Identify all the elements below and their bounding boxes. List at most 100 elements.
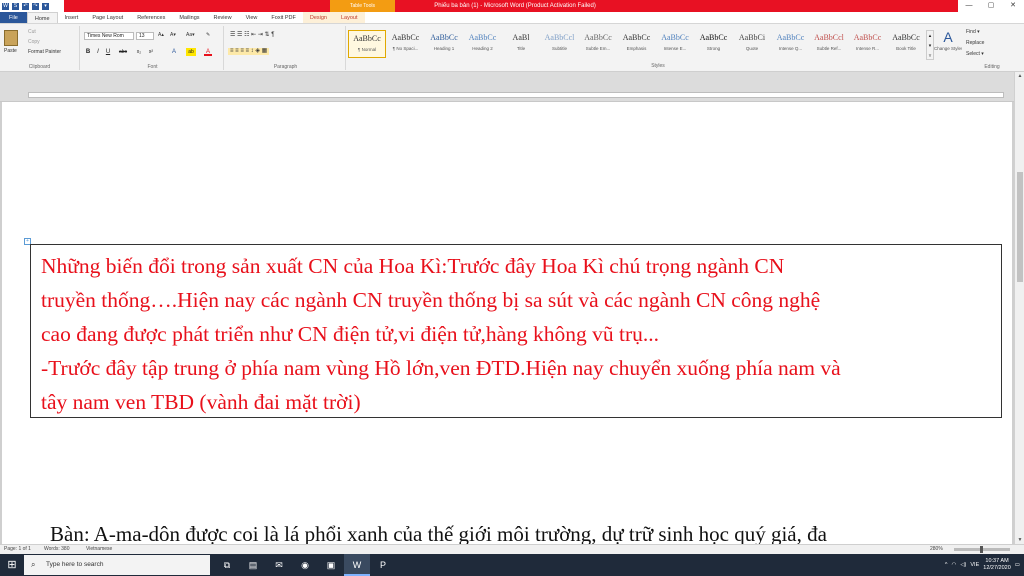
qat-button[interactable]: ▾ [42, 2, 49, 10]
clock[interactable]: 10:37 AM 12/27/2020 [983, 558, 1011, 572]
change-styles-button[interactable]: A Change Styles ▾ [934, 28, 962, 62]
shrink-font-button[interactable]: A▾ [170, 32, 176, 39]
style-sample: AaBbCc [584, 33, 612, 42]
zoom-level[interactable]: 280% [930, 545, 943, 554]
tray-chevron-icon[interactable]: ^ [945, 562, 948, 568]
copy-button[interactable]: Copy [28, 39, 40, 46]
select-button[interactable]: Select ▾ [966, 51, 984, 58]
notification-icon[interactable]: ▭ [1015, 562, 1020, 568]
font-family-select[interactable]: Times New Rom [84, 32, 134, 40]
change-case-button[interactable]: Aa▾ [186, 32, 195, 39]
style-item[interactable]: AaBbCcl Subtitle [541, 30, 579, 58]
tab-home[interactable]: Home [26, 12, 58, 23]
close-button[interactable]: ✕ [1002, 0, 1024, 12]
bold-button[interactable]: B [84, 48, 92, 56]
style-item[interactable]: AaBbCc Intense Q... [772, 30, 810, 58]
tab-file[interactable]: File [0, 12, 27, 23]
cell-line[interactable]: truyền thống….Hiện nay các ngành CN truy… [41, 283, 1001, 317]
quick-access-toolbar: W S ↶ ↷ ▾ [0, 0, 64, 12]
qat-button[interactable]: ↷ [32, 2, 39, 10]
underline-button[interactable]: U [104, 48, 112, 56]
tab-view[interactable]: View [239, 12, 265, 23]
qat-button[interactable]: S [12, 2, 19, 10]
style-item[interactable]: AaBbCc Emphasis [618, 30, 656, 58]
find-button[interactable]: Find ▾ [966, 29, 980, 36]
paste-icon[interactable] [4, 30, 18, 46]
chrome-icon[interactable]: ◉ [292, 554, 318, 576]
table-cell-text[interactable]: Những biến đổi trong sản xuất CN của Hoa… [41, 249, 1001, 419]
foxit-icon[interactable]: P [370, 554, 396, 576]
list-indent-buttons[interactable]: ☰ ☰ ☷ ⇤ ⇥ ⇅ ¶ [230, 32, 274, 39]
cell-line[interactable]: Những biến đổi trong sản xuất CN của Hoa… [41, 249, 1001, 283]
vertical-scrollbar[interactable]: ▲ ▼ [1014, 72, 1024, 544]
style-item[interactable]: AaBbCcl Subtle Ref... [810, 30, 848, 58]
tab-layout[interactable]: Layout [333, 12, 365, 23]
language-indicator[interactable]: Vietnamese [86, 545, 112, 554]
mail-icon[interactable]: ✉ [266, 554, 292, 576]
taskbar-search-input[interactable]: ⌕ Type here to search [24, 555, 210, 575]
strikethrough-button[interactable]: abc [116, 48, 130, 56]
format-painter-button[interactable]: Format Painter [28, 49, 61, 56]
tab-insert[interactable]: Insert [58, 12, 86, 23]
style-item[interactable]: AaBbCc ¶ Normal [348, 30, 386, 58]
task-view-icon[interactable]: ⧉ [214, 554, 240, 576]
styles-scroll[interactable]: ▴ ▾ ▿ [926, 30, 934, 60]
scroll-thumb[interactable] [1017, 172, 1023, 282]
document-table[interactable]: Những biến đổi trong sản xuất CN của Hoa… [30, 244, 1002, 418]
subscript-button[interactable]: x₂ [134, 48, 144, 56]
tab-foxit-pdf[interactable]: Foxit PDF [264, 12, 302, 23]
zoom-slider-knob[interactable] [980, 546, 983, 553]
highlight-button[interactable]: ab [186, 48, 196, 56]
grow-font-button[interactable]: A▴ [158, 32, 164, 39]
input-language[interactable]: VIE [970, 562, 979, 568]
page-count[interactable]: Page: 1 of 1 [4, 545, 31, 554]
alignment-buttons[interactable]: ≡ ≡ ≡ ≡ ↕ ◈ ▦ [228, 48, 270, 55]
italic-button[interactable]: I [94, 48, 102, 56]
style-item[interactable]: AaBbCi Quote [733, 30, 771, 58]
cut-button[interactable]: Cut [28, 29, 36, 36]
zoom-slider[interactable] [954, 546, 1010, 553]
network-icon[interactable]: ◠ [952, 562, 957, 568]
style-item[interactable]: AaBbCc Heading 2 [464, 30, 502, 58]
font-size-select[interactable]: 13 [136, 32, 154, 40]
font-color-button[interactable]: A [204, 48, 212, 56]
minimize-button[interactable]: — [958, 0, 980, 12]
maximize-button[interactable]: ▢ [980, 0, 1002, 12]
document-page[interactable]: + Những biến đổi trong sản xuất CN của H… [2, 102, 1012, 544]
editing-group: Find ▾ Replace Select ▾ Editing [962, 26, 1022, 70]
style-item[interactable]: AaBbCc Subtle Em... [579, 30, 617, 58]
tab-references[interactable]: References [130, 12, 172, 23]
horizontal-ruler[interactable] [28, 92, 1004, 98]
qat-button[interactable]: ↶ [22, 2, 29, 10]
style-item[interactable]: AaBbCc Intense E... [656, 30, 694, 58]
style-item[interactable]: AaBl Title [502, 30, 540, 58]
tab-review[interactable]: Review [207, 12, 239, 23]
tab-page-layout[interactable]: Page Layout [85, 12, 130, 23]
windows-start-icon[interactable]: ⊞ [0, 554, 24, 576]
replace-button[interactable]: Replace [966, 40, 984, 47]
cell-line[interactable]: tây nam ven TBD (vành đai mặt trời) [41, 385, 1001, 419]
style-item[interactable]: AaBbCc Heading 1 [425, 30, 463, 58]
scroll-up-icon[interactable]: ▲ [1015, 72, 1024, 80]
style-item[interactable]: AaBbCc Book Title [887, 30, 925, 58]
superscript-button[interactable]: x² [146, 48, 156, 56]
cell-line[interactable]: cao đang được phát triển như CN điện tử,… [41, 317, 1001, 351]
word-count[interactable]: Words: 380 [44, 545, 69, 554]
file-explorer-icon[interactable]: ▤ [240, 554, 266, 576]
style-item[interactable]: AaBbCc Intense R... [849, 30, 887, 58]
word-icon[interactable]: W [344, 554, 370, 576]
text-effects-button[interactable]: A [170, 48, 178, 56]
clear-formatting-button[interactable]: ✎ [206, 32, 210, 39]
style-item[interactable]: AaBbCc Strong [695, 30, 733, 58]
next-paragraph[interactable]: Bàn: A-ma-dôn được coi là lá phổi xanh c… [50, 520, 827, 544]
tab-design[interactable]: Design [302, 12, 334, 23]
qat-button[interactable]: W [2, 2, 9, 10]
cell-line[interactable]: -Trước đây tập trung ở phía nam vùng Hồ … [41, 351, 1001, 385]
style-item[interactable]: AaBbCc ¶ No Spaci... [387, 30, 425, 58]
excel-icon[interactable]: ▣ [318, 554, 344, 576]
volume-icon[interactable]: ◁) [960, 562, 966, 568]
clipboard-label: Clipboard [28, 64, 51, 70]
scroll-down-icon[interactable]: ▼ [1015, 536, 1024, 544]
tab-mailings[interactable]: Mailings [172, 12, 206, 23]
paste-button[interactable]: Paste [4, 48, 17, 55]
